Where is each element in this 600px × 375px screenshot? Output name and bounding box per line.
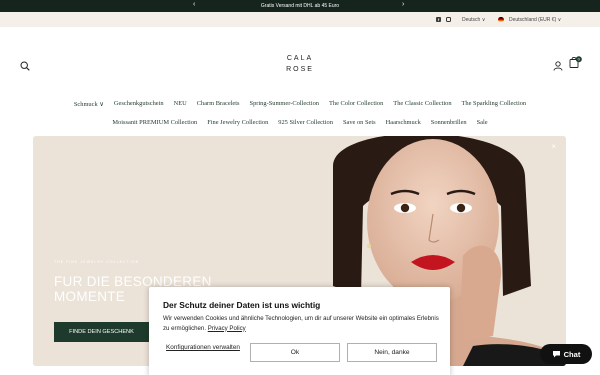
announcement-bar: ‹ Gratis Versand mit DHL ab 45 Euro › — [0, 0, 600, 12]
privacy-policy-link[interactable]: Privacy Policy — [208, 325, 246, 332]
nav-item[interactable]: Geschenkgutschein — [114, 100, 164, 108]
account-icon[interactable] — [553, 58, 563, 76]
brand-logo[interactable]: CALA ROSE — [270, 53, 330, 75]
chat-bubble-icon — [552, 351, 560, 358]
page: ‹ Gratis Versand mit DHL ab 45 Euro › f … — [0, 0, 600, 375]
nav-item[interactable]: Haarschmuck — [386, 119, 421, 126]
nav-item[interactable]: Fine Jewelry Collection — [207, 119, 268, 126]
nav-item[interactable]: Charm Bracelets — [197, 100, 240, 108]
chat-button[interactable]: Chat — [540, 344, 592, 364]
hero-close-icon[interactable]: × — [551, 142, 556, 151]
search-icon[interactable] — [20, 58, 30, 76]
nav-item[interactable]: Save on Sets — [343, 119, 376, 126]
germany-flag-icon — [498, 17, 504, 22]
nav-item[interactable]: NEU — [174, 100, 187, 108]
nav-item[interactable]: Spring-Summer-Collection — [250, 100, 319, 108]
cart-icon[interactable]: 0 — [569, 56, 582, 74]
cookie-text: Wir verwenden Cookies und ähnliche Techn… — [163, 314, 441, 333]
cookie-consent-dialog: Der Schutz deiner Daten ist uns wichtig … — [149, 287, 450, 375]
language-selector[interactable]: Deutsch ∨ — [462, 17, 485, 23]
utility-bar: f Deutsch ∨ Deutschland (EUR €) ∨ — [0, 12, 600, 27]
cookie-body-text: Wir verwenden Cookies und ähnliche Techn… — [163, 315, 439, 332]
nav-item[interactable]: 925 Silver Collection — [278, 119, 333, 126]
logo-line-1: CALA — [286, 55, 314, 62]
nav-item[interactable]: Sale — [477, 119, 488, 126]
nav-item[interactable]: Sonnenbrillen — [431, 119, 467, 126]
cookie-title: Der Schutz deiner Daten ist uns wichtig — [163, 300, 321, 310]
main-nav-row-2: Moissanit PREMIUM Collection Fine Jewelry… — [0, 119, 600, 126]
main-nav-row-1: Schmuck ∨ Geschenkgutschein NEU Charm Brace… — [0, 100, 600, 108]
chat-label: Chat — [563, 349, 581, 359]
facebook-icon[interactable]: f — [436, 17, 441, 22]
announcement-next-icon[interactable]: › — [402, 1, 404, 8]
nav-item[interactable]: The Color Collection — [329, 100, 383, 108]
nav-item[interactable]: Moissanit PREMIUM Collection — [112, 119, 197, 126]
hero-eyebrow: THE FINE JEWELRY COLLECTION — [54, 260, 140, 264]
decline-cookies-button[interactable]: Nein, danke — [347, 343, 437, 362]
instagram-icon[interactable] — [446, 17, 451, 22]
announcement-prev-icon[interactable]: ‹ — [193, 1, 195, 8]
nav-item[interactable]: The Classic Collection — [393, 100, 451, 108]
logo-line-2: ROSE — [286, 66, 314, 73]
accept-cookies-button[interactable]: Ok — [250, 343, 340, 362]
announcement-text: Gratis Versand mit DHL ab 45 Euro — [260, 3, 340, 9]
nav-item[interactable]: Schmuck ∨ — [74, 100, 104, 108]
country-selector[interactable]: Deutschland (EUR €) ∨ — [509, 17, 561, 23]
nav-item[interactable]: The Sparkling Collection — [462, 100, 527, 108]
find-gift-button[interactable]: FINDE DEIN GESCHENK — [54, 322, 149, 342]
manage-configurations-link[interactable]: Konfigurationen verwalten — [163, 344, 243, 352]
